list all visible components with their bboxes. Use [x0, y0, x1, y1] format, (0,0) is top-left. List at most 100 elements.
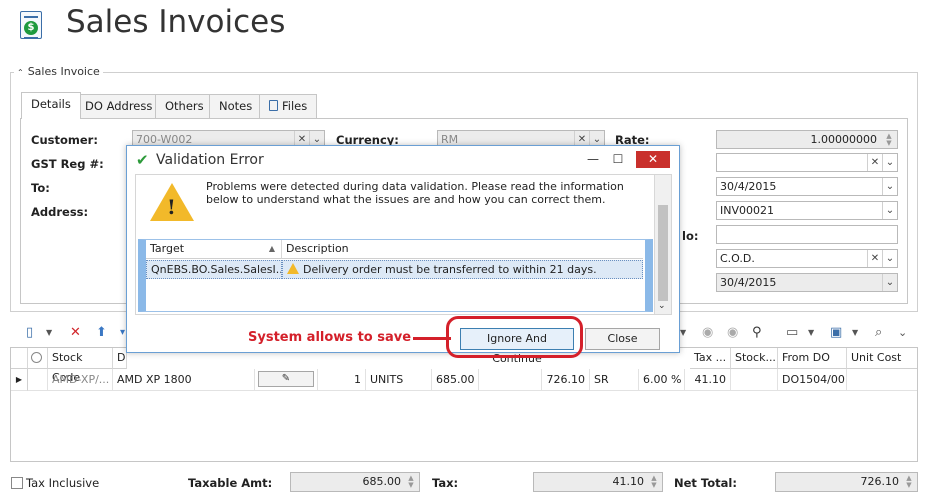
tax-value: 41.10 — [612, 475, 645, 488]
net-total-value: 726.10 — [860, 475, 900, 488]
checkmark-icon: ✔ — [136, 151, 149, 169]
save-layout-icon[interactable]: ▣ — [830, 322, 842, 344]
cell-edit-button[interactable]: ✎ — [255, 369, 318, 391]
cell-amount[interactable]: 726.10 — [542, 369, 590, 391]
net-total-field[interactable]: 726.10 ▲ ▼ — [775, 472, 918, 492]
cell-price[interactable]: 685.00 — [432, 369, 479, 391]
ref-no-field[interactable] — [716, 225, 898, 244]
error-col-description[interactable]: Description — [282, 240, 643, 259]
tax-label: Tax: — [432, 476, 459, 490]
spin-icon[interactable]: ▲ ▼ — [883, 133, 895, 147]
close-icon[interactable]: ✕ — [636, 151, 670, 168]
error-col-target[interactable]: Target ▲ — [146, 240, 282, 259]
to-label: To: — [31, 181, 50, 195]
row-indicator-icon[interactable]: ▶ — [11, 369, 28, 391]
search-icon[interactable]: ⌕ — [875, 322, 882, 344]
chevron-down-icon[interactable]: ⌄ — [882, 250, 897, 267]
minimize-icon[interactable]: — — [582, 151, 604, 167]
group-label-text: Sales Invoice — [27, 65, 100, 78]
close-button[interactable]: Close — [585, 328, 660, 350]
chevron-down-icon[interactable]: ▼ — [808, 322, 814, 344]
grid-indicator-header — [11, 348, 28, 369]
edit-icon[interactable]: ✎ — [258, 371, 314, 387]
dialog-titlebar[interactable]: ✔ Validation Error — ☐ ✕ — [127, 146, 679, 174]
tab-notes[interactable]: Notes — [209, 94, 263, 118]
copy-icon[interactable]: ▭ — [786, 322, 798, 344]
col-tax-amt[interactable]: Tax ... — [690, 348, 731, 369]
tab-files[interactable]: Files — [259, 94, 318, 118]
move-down-icon[interactable]: ▾ — [120, 322, 125, 344]
cell-qty[interactable]: 1 — [318, 369, 366, 391]
spin-icon: ▲ ▼ — [651, 474, 657, 489]
chevron-down-icon[interactable]: ⌄ — [882, 178, 897, 195]
chevron-down-icon[interactable]: ⌄ — [882, 274, 897, 291]
cell-discount[interactable] — [479, 369, 542, 391]
dialog-scrollbar[interactable]: ⌄ — [654, 175, 671, 314]
net-total-label: Net Total: — [674, 476, 737, 490]
cell-tax-amt[interactable]: 41.10 — [685, 369, 731, 391]
page-title: Sales Invoices — [66, 4, 286, 40]
chevron-down-icon[interactable]: ⌄ — [898, 322, 907, 344]
group-label[interactable]: ⌃ Sales Invoice — [14, 65, 103, 78]
terms-field[interactable]: C.O.D. ✕ ⌄ — [716, 249, 898, 268]
cell-tax-rate[interactable]: 6.00 % — [639, 369, 685, 391]
col-from-do[interactable]: From DO — [778, 348, 847, 369]
scrollbar-thumb[interactable] — [658, 205, 668, 301]
tab-others[interactable]: Others — [155, 94, 214, 118]
invoice-no-value: INV00021 — [720, 204, 774, 217]
chevron-down-icon[interactable]: ⌄ — [882, 202, 897, 219]
taxable-amt-label: Taxable Amt: — [188, 476, 273, 490]
tab-details[interactable]: Details — [21, 92, 81, 119]
cell-from-do[interactable]: DO1504/001 — [778, 369, 847, 391]
annotation-highlight — [446, 316, 583, 358]
chevron-down-icon[interactable]: ▼ — [46, 322, 52, 344]
tax-field[interactable]: 41.10 ▲ ▼ — [533, 472, 663, 492]
spin-icon: ▲ ▼ — [408, 474, 414, 489]
col-stock-code[interactable]: Stock Code — [48, 348, 113, 384]
date-field[interactable]: 30/4/2015 ⌄ — [716, 177, 898, 196]
disabled-circle-icon: ◉ — [727, 325, 739, 340]
taxable-amt-field[interactable]: 685.00 ▲ ▼ — [290, 472, 420, 492]
cell-uom[interactable]: UNITS — [366, 369, 432, 391]
collapse-caret-icon[interactable]: ⌃ — [17, 68, 24, 77]
delete-row-icon[interactable]: ✕ — [70, 322, 81, 344]
clear-icon[interactable]: ✕ — [867, 154, 882, 171]
gst-reg-label: GST Reg #: — [31, 157, 104, 171]
attachment-icon — [269, 100, 278, 111]
annotation-text: System allows to save — [248, 330, 412, 345]
tax-inclusive-checkbox[interactable] — [11, 477, 23, 489]
binoculars-icon[interactable]: ⚲ — [752, 322, 762, 344]
address-label: Address: — [31, 205, 89, 219]
rate-field[interactable]: 1.00000000 ▲ ▼ — [716, 130, 898, 149]
new-row-icon[interactable]: ▯ — [26, 322, 33, 344]
select-all-radio[interactable] — [28, 348, 48, 369]
chevron-down-icon[interactable]: ⌄ — [882, 154, 897, 171]
move-up-icon[interactable]: ⬆ — [96, 322, 107, 344]
tab-do-address[interactable]: DO Address — [75, 94, 163, 118]
error-row-description[interactable]: Delivery order must be transferred to wi… — [282, 260, 643, 279]
cell-stock-loc[interactable] — [731, 369, 778, 391]
chevron-down-icon[interactable]: ▼ — [680, 322, 686, 344]
due-date-field[interactable]: 30/4/2015 ⌄ — [716, 273, 898, 292]
cell-unit-cost[interactable] — [847, 369, 917, 391]
clear-icon[interactable]: ✕ — [867, 250, 882, 267]
col-unit-cost[interactable]: Unit Cost — [847, 348, 917, 369]
terms-value: C.O.D. — [720, 252, 755, 265]
chevron-down-icon[interactable]: ⌄ — [658, 301, 666, 311]
tab-files-label: Files — [282, 99, 308, 113]
group-border-top — [10, 72, 918, 73]
row-select-cell[interactable] — [28, 369, 48, 391]
cell-tax-code[interactable]: SR — [590, 369, 639, 391]
disabled-circle-icon: ◉ — [702, 325, 714, 340]
gst-combo-field[interactable]: ✕ ⌄ — [716, 153, 898, 172]
cell-stock-code[interactable]: AMD-XP/... — [48, 369, 113, 391]
col-description[interactable]: D — [113, 348, 127, 369]
error-row-target[interactable]: QnEBS.BO.Sales.SalesI... — [146, 260, 282, 279]
ref-no-label: lo: — [682, 229, 699, 243]
invoice-no-field[interactable]: INV00021 ⌄ — [716, 201, 898, 220]
chevron-down-icon[interactable]: ▼ — [852, 322, 858, 344]
cell-description[interactable]: AMD XP 1800 — [113, 369, 255, 391]
sales-invoice-icon: $ — [20, 11, 42, 39]
maximize-icon[interactable]: ☐ — [607, 151, 629, 167]
col-stock-loc[interactable]: Stock... — [731, 348, 778, 369]
